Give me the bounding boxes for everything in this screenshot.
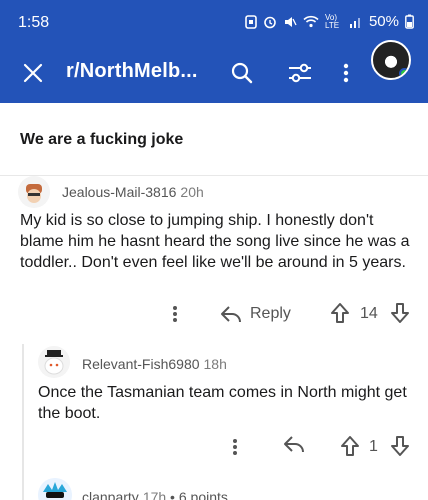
app-header: 1:58 Vo) LTE 50% r/NorthMelb... xyxy=(0,0,428,103)
reply-label: Reply xyxy=(250,305,291,322)
close-icon xyxy=(22,62,44,84)
vote-score: 1 xyxy=(369,438,378,455)
signal-icon xyxy=(349,16,363,28)
more-vertical-icon xyxy=(343,63,349,83)
subreddit-title[interactable]: r/NorthMelb... xyxy=(66,60,198,83)
status-icons: Vo) LTE 50% xyxy=(245,13,414,30)
comment-time: 17h xyxy=(142,489,167,500)
downvote-icon xyxy=(390,435,410,457)
avatar[interactable] xyxy=(38,478,72,500)
author-name[interactable]: Jealous-Mail-3816 xyxy=(62,184,176,200)
comment-body: Once the Tasmanian team comes in North m… xyxy=(38,384,407,422)
avatar[interactable] xyxy=(38,346,70,378)
reply-icon xyxy=(220,305,242,323)
alarm-icon xyxy=(263,15,277,29)
status-bar: 1:58 Vo) LTE 50% xyxy=(0,0,428,46)
close-button[interactable] xyxy=(16,56,50,90)
user-avatar[interactable] xyxy=(371,40,411,80)
more-vertical-icon xyxy=(172,305,178,323)
comment-time: 18h xyxy=(203,356,227,372)
downvote-button[interactable] xyxy=(390,435,410,457)
comment-body: My kid is so close to jumping ship. I ho… xyxy=(20,212,410,271)
comment-more-button[interactable] xyxy=(224,435,246,459)
online-indicator xyxy=(399,68,409,78)
more-vertical-icon xyxy=(232,438,238,456)
upvote-button[interactable] xyxy=(330,302,350,324)
comment-points: • 6 points xyxy=(166,489,228,500)
mute-icon xyxy=(283,15,297,29)
status-time: 1:58 xyxy=(18,14,50,31)
filter-icon xyxy=(287,62,313,84)
comment-more-button[interactable] xyxy=(164,302,186,326)
comment-author[interactable]: clanparty 17h • 6 points xyxy=(82,489,228,500)
author-name[interactable]: Relevant-Fish6980 xyxy=(82,356,200,372)
vote-score: 14 xyxy=(360,305,378,322)
upvote-icon xyxy=(340,435,360,457)
battery-percent: 50% xyxy=(368,13,399,30)
divider xyxy=(0,175,428,176)
reply-icon xyxy=(283,435,307,453)
post-title[interactable]: We are a fucking joke xyxy=(20,131,183,149)
more-options-button[interactable] xyxy=(332,55,360,91)
app-bar: r/NorthMelb... xyxy=(0,46,428,103)
downvote-button[interactable] xyxy=(390,302,410,324)
notification-icon xyxy=(245,14,257,29)
comment-time: 20h xyxy=(180,184,204,200)
wifi-icon xyxy=(303,15,319,28)
reply-button[interactable]: Reply xyxy=(220,302,291,326)
upvote-button[interactable] xyxy=(340,435,360,457)
filter-button[interactable] xyxy=(282,55,318,91)
search-button[interactable] xyxy=(224,55,260,91)
comment-author[interactable]: Jealous-Mail-3816 20h xyxy=(62,184,204,200)
downvote-icon xyxy=(390,302,410,324)
upvote-icon xyxy=(330,302,350,324)
search-icon xyxy=(230,61,254,85)
avatar[interactable] xyxy=(18,176,50,208)
author-name[interactable]: clanparty xyxy=(82,489,139,500)
thread-line[interactable] xyxy=(22,344,24,500)
volte-icon: Vo) LTE xyxy=(324,12,340,30)
comment-author[interactable]: Relevant-Fish6980 18h xyxy=(82,356,227,372)
battery-icon xyxy=(405,14,414,29)
reply-button[interactable] xyxy=(283,435,307,459)
